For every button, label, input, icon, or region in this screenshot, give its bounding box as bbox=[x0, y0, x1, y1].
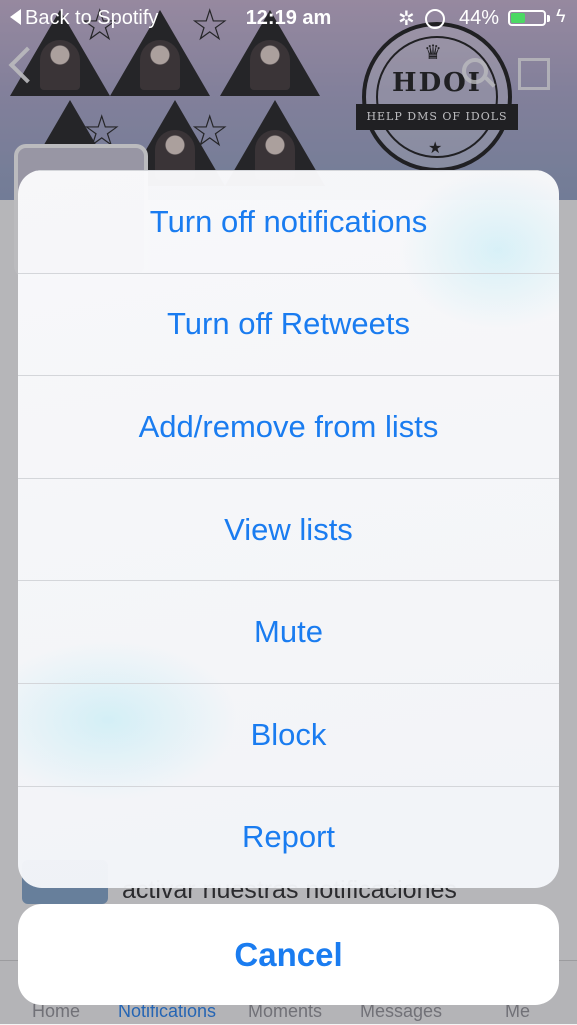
battery-icon bbox=[508, 10, 546, 26]
battery-fill bbox=[511, 13, 526, 23]
action-sheet: Turn off notifications Turn off Retweets… bbox=[18, 170, 559, 888]
activity-spinner-icon: ✲ bbox=[398, 8, 415, 30]
view-lists-button[interactable]: View lists bbox=[18, 477, 559, 581]
add-remove-lists-button[interactable]: Add/remove from lists bbox=[18, 375, 559, 478]
report-button[interactable]: Report bbox=[18, 785, 559, 888]
block-button[interactable]: Block bbox=[18, 682, 559, 786]
battery-cap bbox=[547, 15, 550, 22]
status-bar: Back to Spotify 12:19 am ✲ 44% ϟ bbox=[0, 0, 577, 38]
charging-bolt-icon: ϟ bbox=[556, 6, 566, 26]
battery-percent: 44% bbox=[459, 7, 500, 29]
turn-off-retweets-button[interactable]: Turn off Retweets bbox=[18, 272, 559, 376]
turn-off-notifications-button[interactable]: Turn off notifications bbox=[18, 170, 559, 273]
orientation-lock-icon bbox=[425, 9, 445, 29]
cancel-button[interactable]: Cancel bbox=[18, 904, 559, 1005]
mute-button[interactable]: Mute bbox=[18, 580, 559, 683]
